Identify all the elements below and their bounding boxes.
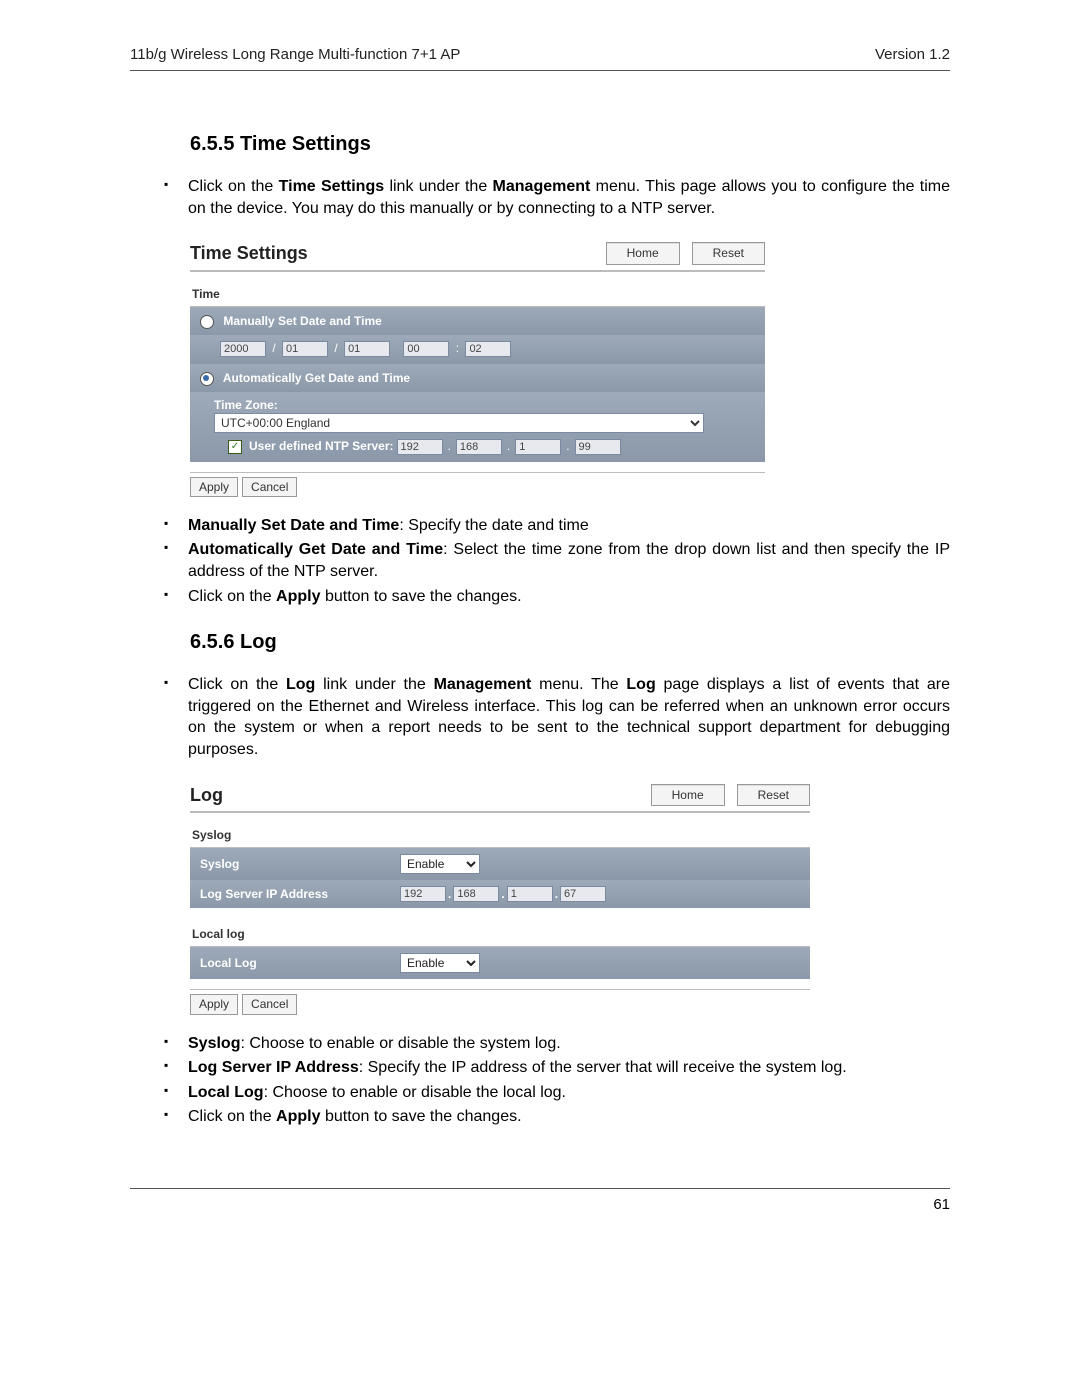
list-item: Local Log: Choose to enable or disable t… xyxy=(160,1082,950,1104)
log-intro-item: Click on the Log link under the Manageme… xyxy=(160,674,950,760)
page-header: 11b/g Wireless Long Range Multi-function… xyxy=(130,45,950,71)
syslog-section-label: Syslog xyxy=(190,823,810,848)
log-bullets: Syslog: Choose to enable or disable the … xyxy=(130,1033,950,1128)
time-settings-panel: Time Settings Home Reset Time Manually S… xyxy=(190,241,765,496)
day-input[interactable] xyxy=(344,341,390,357)
list-item: Log Server IP Address: Specify the IP ad… xyxy=(160,1057,950,1079)
log-panel: Log Home Reset Syslog Syslog Enable Log … xyxy=(190,783,810,1015)
hour-input[interactable] xyxy=(403,341,449,357)
logserver-row: Log Server IP Address . . . xyxy=(190,880,810,908)
page-footer: 61 xyxy=(130,1188,950,1215)
home-button[interactable]: Home xyxy=(651,784,725,806)
locallog-section-label: Local log xyxy=(190,922,810,947)
ntp-ip-4[interactable] xyxy=(575,439,621,455)
home-button[interactable]: Home xyxy=(606,242,680,264)
time-intro-item: Click on the Time Settings link under th… xyxy=(160,176,950,219)
manual-time-row: Manually Set Date and Time xyxy=(190,307,765,335)
timezone-select[interactable]: UTC+00:00 England xyxy=(214,413,704,433)
log-ip-4[interactable] xyxy=(560,886,606,902)
locallog-row: Local Log Enable xyxy=(190,947,810,979)
list-item: Click on the Apply button to save the ch… xyxy=(160,1106,950,1128)
auto-time-row: Automatically Get Date and Time xyxy=(190,364,765,392)
apply-button[interactable]: Apply xyxy=(190,477,238,497)
locallog-select[interactable]: Enable xyxy=(400,953,480,973)
ntp-checkbox[interactable] xyxy=(228,440,242,454)
list-item: Click on the Apply button to save the ch… xyxy=(160,586,950,608)
time-bullets: Manually Set Date and Time: Specify the … xyxy=(130,515,950,607)
list-item: Manually Set Date and Time: Specify the … xyxy=(160,515,950,537)
minute-input[interactable] xyxy=(465,341,511,357)
header-left: 11b/g Wireless Long Range Multi-function… xyxy=(130,45,460,65)
auto-time-fields: Time Zone: UTC+00:00 England User define… xyxy=(190,392,765,461)
reset-button[interactable]: Reset xyxy=(737,784,810,806)
section-heading-log: 6.5.6 Log xyxy=(190,629,950,656)
ntp-ip-1[interactable] xyxy=(397,439,443,455)
apply-button[interactable]: Apply xyxy=(190,994,238,1014)
log-ip-1[interactable] xyxy=(400,886,446,902)
syslog-select[interactable]: Enable xyxy=(400,854,480,874)
reset-button[interactable]: Reset xyxy=(692,242,765,264)
time-section-label: Time xyxy=(190,282,765,307)
auto-radio[interactable] xyxy=(200,372,214,386)
list-item: Syslog: Choose to enable or disable the … xyxy=(160,1033,950,1055)
panel-title: Log xyxy=(190,783,223,807)
ntp-ip-2[interactable] xyxy=(456,439,502,455)
header-right: Version 1.2 xyxy=(875,45,950,65)
page-number: 61 xyxy=(933,1196,950,1213)
list-item: Automatically Get Date and Time: Select … xyxy=(160,539,950,582)
syslog-row: Syslog Enable xyxy=(190,848,810,880)
cancel-button[interactable]: Cancel xyxy=(242,994,297,1014)
time-intro-list: Click on the Time Settings link under th… xyxy=(130,176,950,219)
panel-title: Time Settings xyxy=(190,241,308,265)
manual-time-fields: / / : xyxy=(190,335,765,364)
ntp-ip-3[interactable] xyxy=(515,439,561,455)
log-intro-list: Click on the Log link under the Manageme… xyxy=(130,674,950,760)
year-input[interactable] xyxy=(220,341,266,357)
log-ip-3[interactable] xyxy=(507,886,553,902)
cancel-button[interactable]: Cancel xyxy=(242,477,297,497)
section-heading-time: 6.5.5 Time Settings xyxy=(190,131,950,158)
manual-radio[interactable] xyxy=(200,315,214,329)
log-ip-2[interactable] xyxy=(453,886,499,902)
month-input[interactable] xyxy=(282,341,328,357)
